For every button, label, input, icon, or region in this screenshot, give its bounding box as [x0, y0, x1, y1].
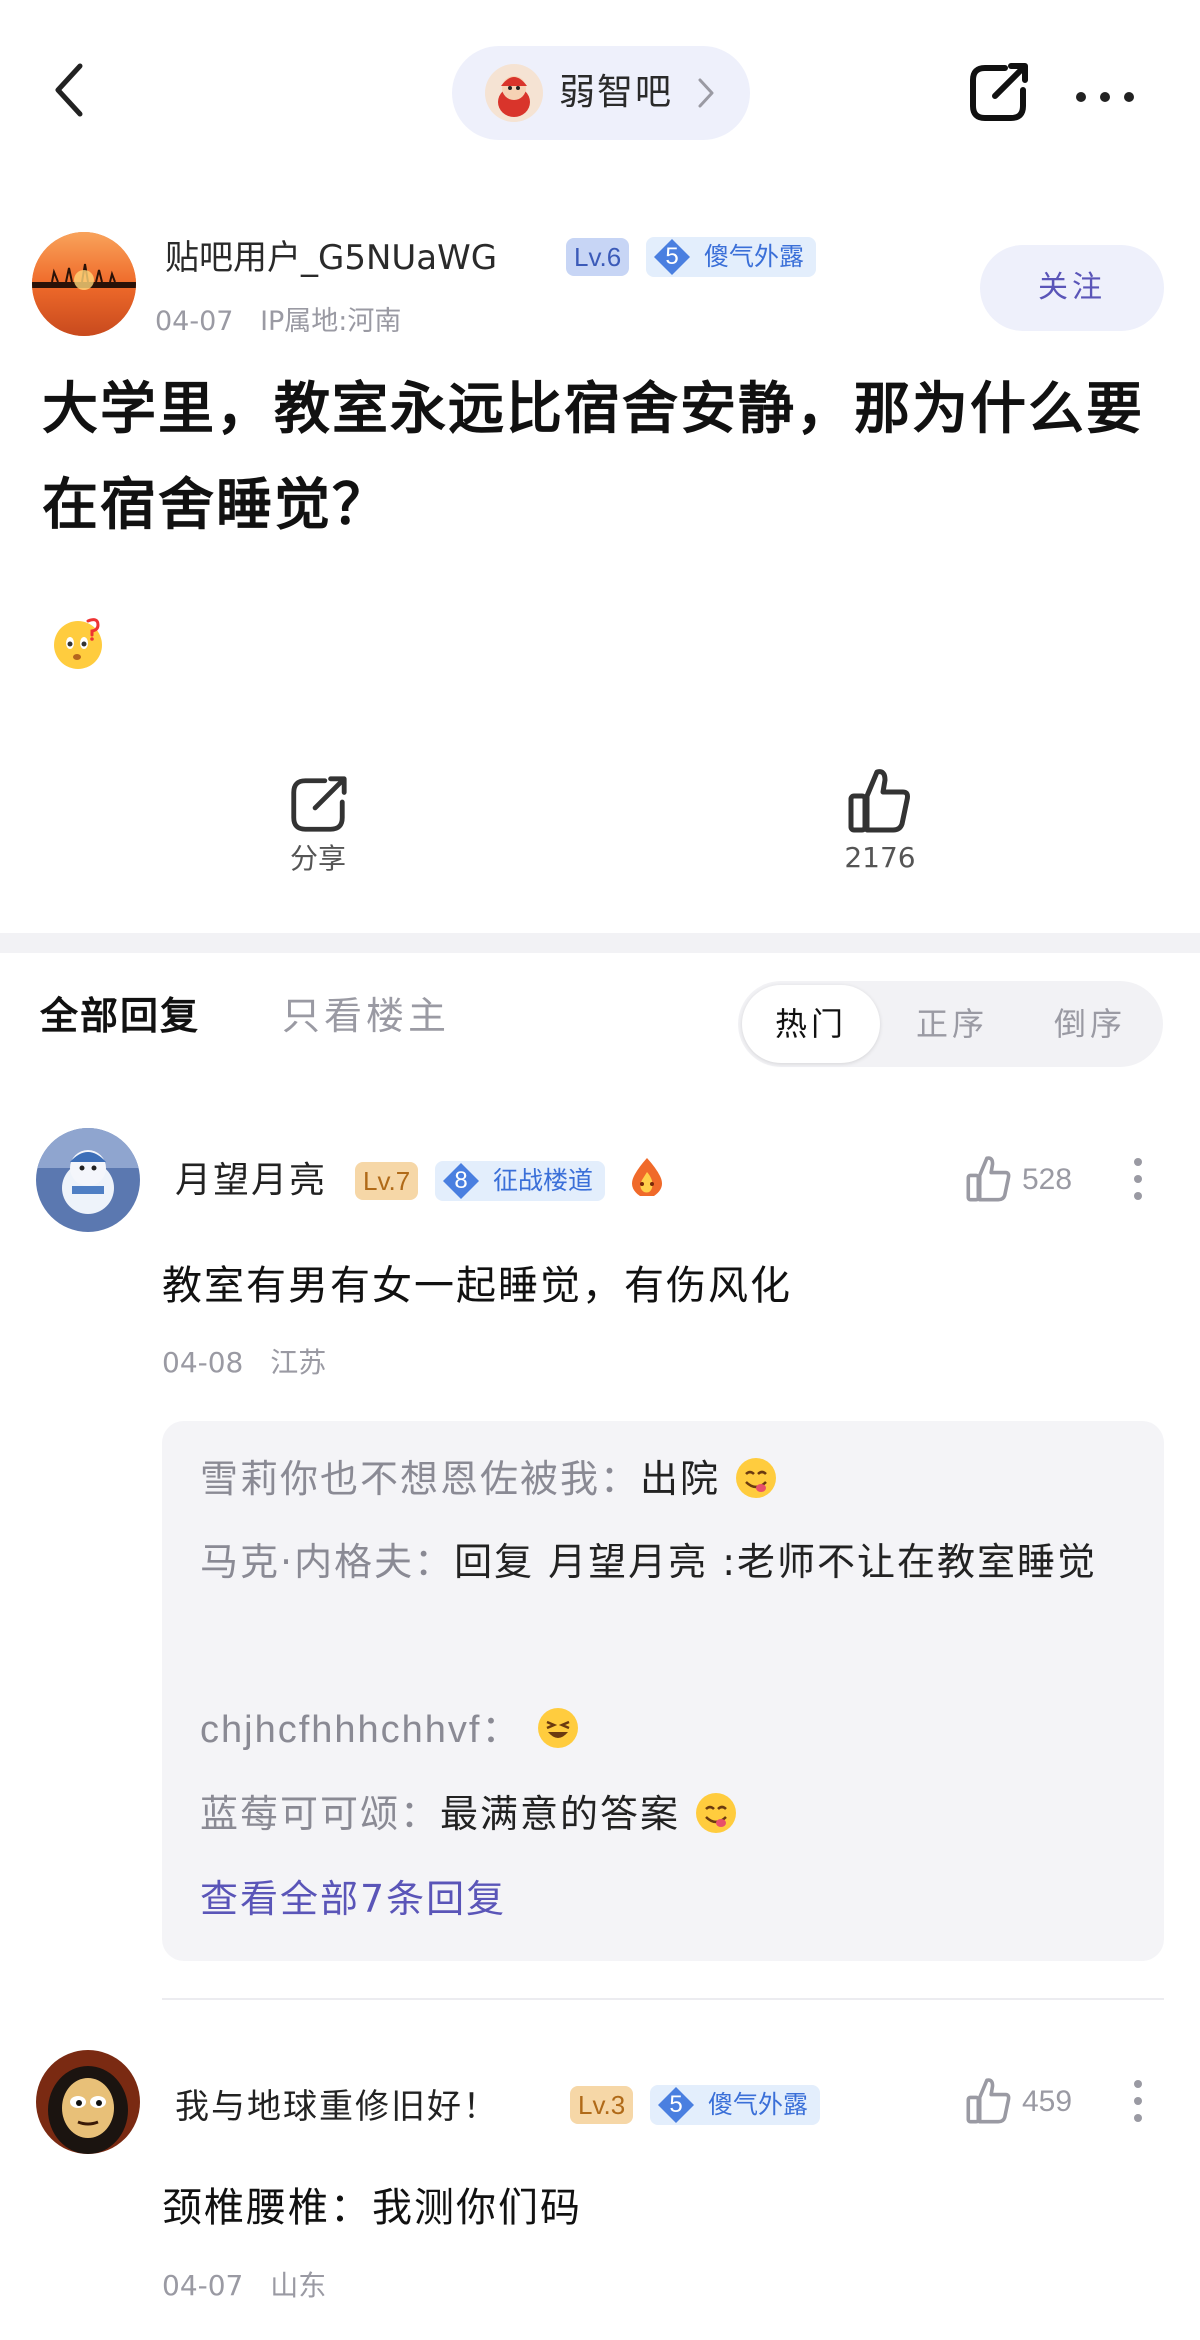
post-meta: 04-07 IP属地:河南: [155, 304, 401, 340]
like-action[interactable]: 2176: [820, 760, 940, 890]
honor-badge: 5 傻气外露: [646, 237, 817, 277]
reply-author[interactable]: 蓝莓可可颂：: [200, 1792, 440, 1836]
comment-divider: [162, 1998, 1164, 2000]
reply-author[interactable]: 马克·内格夫：: [200, 1540, 454, 1584]
comment-like-count: 528: [1022, 1163, 1073, 1196]
thumbs-up-icon[interactable]: [964, 2076, 1014, 2126]
follow-button[interactable]: 关注: [980, 245, 1164, 331]
confused-emoji-icon: [50, 615, 106, 671]
thumbs-up-icon[interactable]: [964, 1154, 1014, 1204]
honor-title: 傻气外露: [708, 2090, 809, 2119]
comment-body: 颈椎腰椎：我测你们码: [162, 2185, 582, 2231]
forum-name: 弱智吧: [559, 72, 674, 113]
chevron-right-icon: [696, 76, 716, 110]
sort-ascending[interactable]: 正序: [884, 981, 1020, 1067]
share-icon[interactable]: [965, 60, 1031, 126]
comment-location: 江苏: [270, 1346, 327, 1379]
view-all-replies-link[interactable]: 查看全部7条回复: [200, 1871, 1140, 1927]
commenter-avatar[interactable]: [36, 1128, 140, 1232]
honor-level: 8: [454, 1167, 468, 1194]
tab-all-replies[interactable]: 全部回复: [40, 990, 200, 1042]
more-icon[interactable]: [1075, 88, 1135, 102]
commenter-name[interactable]: 我与地球重修旧好！: [175, 2082, 499, 2132]
like-count: 2176: [844, 841, 916, 874]
comment-location: 山东: [270, 2269, 327, 2302]
laughing-emoji-icon: [536, 1706, 580, 1750]
reply-text: 出院: [640, 1457, 721, 1501]
level-badge: Lv.3: [570, 2086, 634, 2124]
comment-meta: 04-07 山东: [162, 2268, 326, 2304]
flame-badge-icon: [624, 1154, 670, 1200]
honor-badge: 5 傻气外露: [650, 2085, 821, 2125]
level-badge: Lv.7: [355, 1162, 419, 1200]
sort-toggle: 热门 正序 倒序: [738, 981, 1163, 1067]
reply-item[interactable]: 蓝莓可可颂：最满意的答案: [200, 1786, 1140, 1842]
more-vertical-icon[interactable]: [1133, 1157, 1143, 1201]
tab-owner-only[interactable]: 只看楼主: [282, 990, 450, 1042]
comment-body: 教室有男有女一起睡觉，有伤风化: [162, 1263, 792, 1309]
reply-author[interactable]: chjhcfhhhchhvf：: [200, 1709, 522, 1751]
forum-avatar: [485, 64, 543, 122]
post-date: 04-07: [155, 306, 234, 337]
comment-date: 04-07: [162, 2269, 244, 2302]
yum-emoji-icon: [694, 1791, 738, 1835]
reply-author[interactable]: 雪莉你也不想恩佐被我：: [200, 1457, 640, 1501]
yum-emoji-icon: [734, 1456, 778, 1500]
reply-preview[interactable]: 雪莉你也不想恩佐被我：出院 马克·内格夫：回复 月望月亮 :老师不让在教室睡觉 …: [162, 1421, 1164, 1961]
honor-title: 征战楼道: [493, 1166, 594, 1195]
more-vertical-icon[interactable]: [1133, 2079, 1143, 2123]
forum-entry[interactable]: 弱智吧: [452, 46, 750, 140]
commenter-name[interactable]: 月望月亮: [175, 1156, 327, 1206]
post-title: 大学里，教室永远比宿舍安静，那为什么要在宿舍睡觉？: [42, 377, 1144, 538]
share-label: 分享: [289, 842, 346, 875]
comment-meta: 04-08 江苏: [162, 1345, 326, 1381]
sort-descending[interactable]: 倒序: [1022, 981, 1158, 1067]
honor-level: 5: [669, 2091, 683, 2118]
post-ip: IP属地:河南: [260, 306, 402, 337]
commenter-avatar[interactable]: [36, 2050, 140, 2154]
honor-badge: 8 征战楼道: [435, 1161, 606, 1201]
comment-like-count: 459: [1022, 2085, 1073, 2118]
thumbs-up-icon: [848, 769, 910, 833]
sort-hot[interactable]: 热门: [742, 985, 880, 1063]
honor-title: 傻气外露: [704, 242, 805, 271]
reply-text: 最满意的答案: [440, 1792, 681, 1836]
author-avatar[interactable]: [32, 232, 136, 336]
share-action[interactable]: 分享: [258, 765, 378, 885]
back-icon[interactable]: [50, 60, 90, 120]
reply-text: 回复 月望月亮 :老师不让在教室睡觉: [454, 1540, 1098, 1584]
level-badge: Lv.6: [566, 238, 630, 276]
comment-date: 04-08: [162, 1346, 244, 1379]
honor-level: 5: [665, 243, 679, 270]
author-name[interactable]: 贴吧用户_G5NUaWG: [165, 234, 497, 282]
reply-item[interactable]: 雪莉你也不想恩佐被我：出院: [200, 1451, 1140, 1507]
reply-item[interactable]: 马克·内格夫：回复 月望月亮 :老师不让在教室睡觉: [200, 1534, 1140, 1590]
section-divider: [0, 933, 1200, 953]
reply-item[interactable]: chjhcfhhhchhvf：: [200, 1701, 1140, 1758]
